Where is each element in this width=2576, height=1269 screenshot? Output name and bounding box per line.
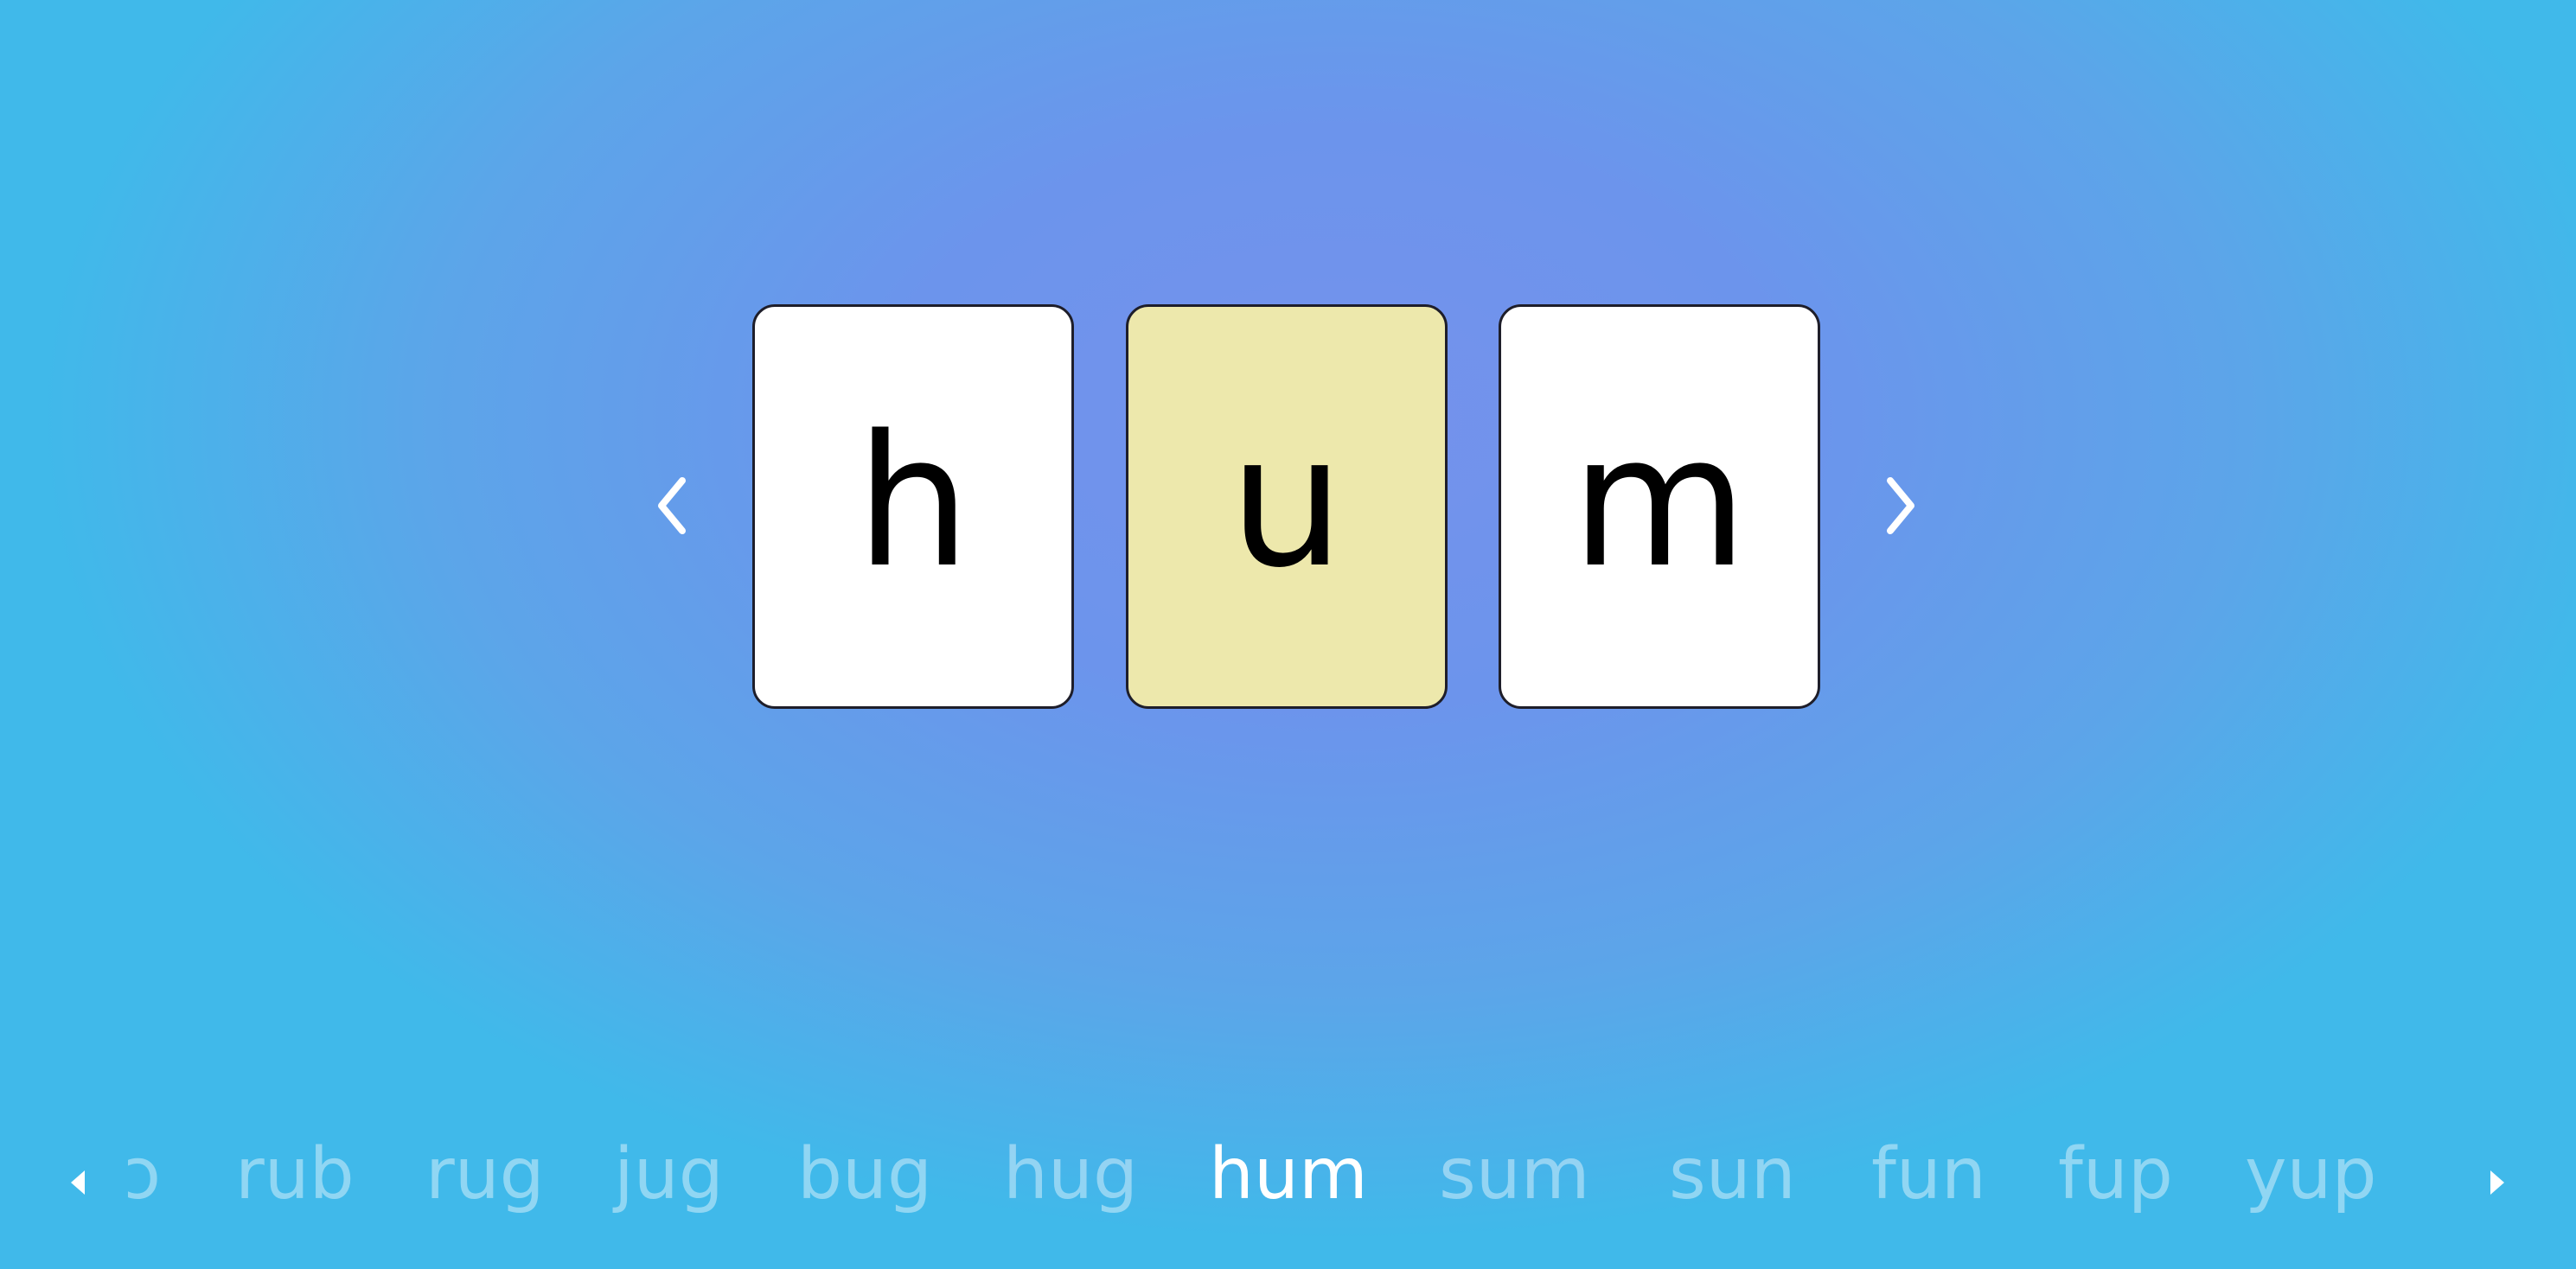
strip-word[interactable]: hug — [1003, 1139, 1138, 1210]
next-word-button[interactable] — [1868, 467, 1928, 545]
letter-card-letter: m — [1570, 396, 1748, 608]
word-builder-screen: h u m ɔ rub rug jug bug hug hum sum sun … — [0, 0, 2576, 1269]
strip-word[interactable]: sun — [1669, 1139, 1796, 1210]
strip-word-current[interactable]: hum — [1209, 1139, 1368, 1210]
letter-card-3[interactable]: m — [1499, 304, 1820, 709]
strip-word-partial[interactable]: ɔ — [128, 1139, 161, 1226]
word-strip: ɔ rub rug jug bug hug hum sum sun fun fu… — [0, 1124, 2576, 1236]
triangle-right-icon — [2490, 1170, 2504, 1195]
triangle-left-icon — [71, 1170, 85, 1195]
strip-next-button[interactable] — [2480, 1158, 2515, 1207]
strip-word[interactable]: fup — [2058, 1139, 2173, 1210]
strip-word[interactable]: fun — [1871, 1139, 1986, 1210]
strip-word[interactable]: bug — [797, 1139, 932, 1210]
strip-prev-button[interactable] — [61, 1158, 95, 1207]
strip-word-partial-text: ɔ — [128, 1139, 161, 1215]
chevron-right-icon — [1887, 477, 1914, 534]
prev-word-button[interactable] — [644, 467, 705, 545]
strip-word[interactable]: rub — [235, 1139, 355, 1210]
strip-word[interactable]: sum — [1439, 1139, 1590, 1210]
strip-word[interactable]: rug — [425, 1139, 545, 1210]
chevron-left-icon — [658, 477, 686, 534]
letter-card-1[interactable]: h — [752, 304, 1074, 709]
letter-card-letter: h — [855, 396, 971, 608]
strip-word[interactable]: jug — [614, 1139, 724, 1210]
letter-card-letter: u — [1229, 396, 1345, 608]
letter-card-2-highlighted[interactable]: u — [1126, 304, 1448, 709]
strip-word[interactable]: yup — [2245, 1139, 2377, 1210]
